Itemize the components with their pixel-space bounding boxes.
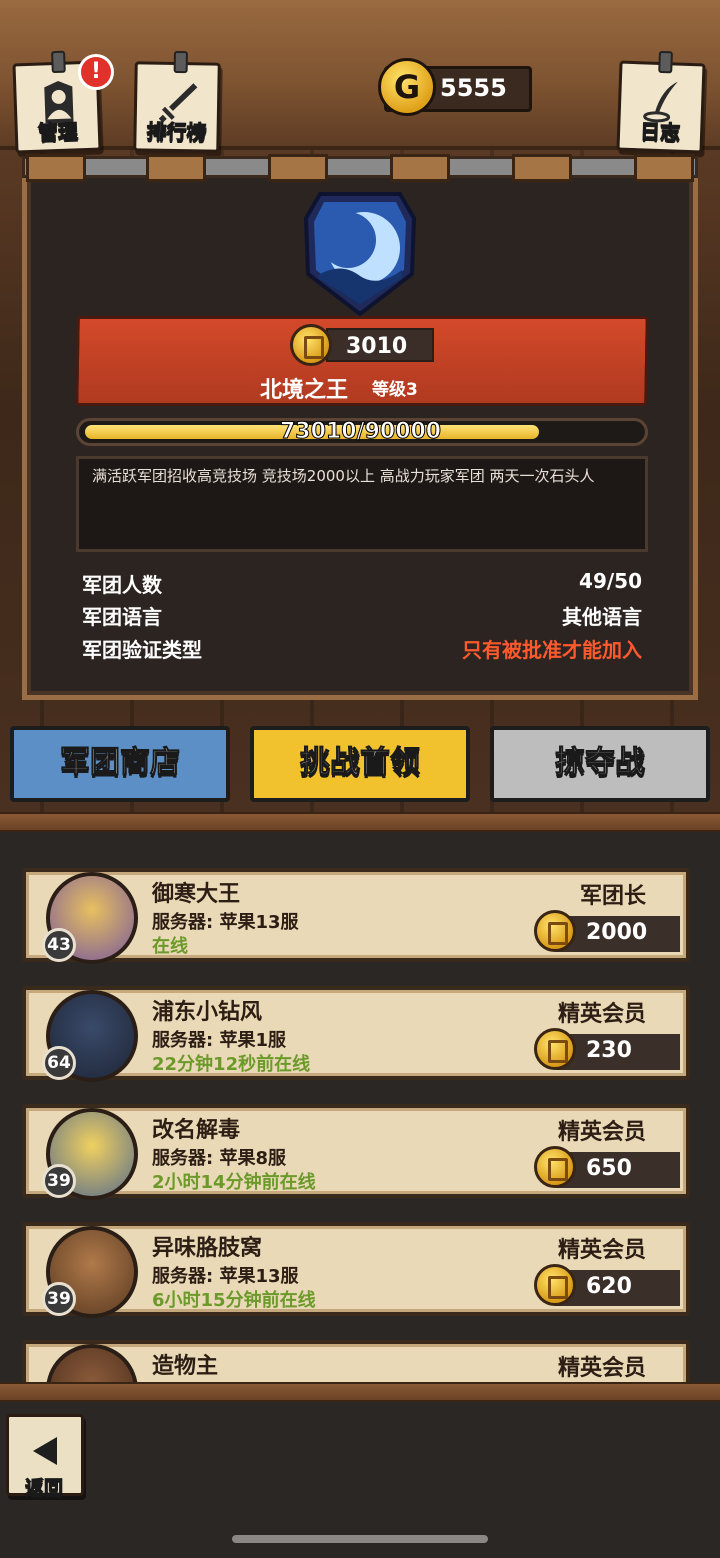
member-list-clip: 造物主 精英会员 [0, 1338, 720, 1382]
member-server: 服务器: 苹果8服 [152, 1148, 286, 1169]
gold-coin-icon: G [378, 58, 436, 116]
panel-top-bar [22, 156, 698, 178]
guild-level: 等级3 [372, 380, 418, 400]
ranking-button[interactable]: 排行榜 [133, 50, 221, 153]
pin-icon [173, 50, 188, 74]
member-level-badge: 43 [42, 928, 76, 962]
member-coin-icon [534, 910, 576, 952]
ranking-label: 排行榜 [146, 119, 207, 145]
info-label-members: 军团人数 [82, 573, 162, 597]
guild-points: 3010 [346, 334, 408, 359]
member-level-badge: 39 [42, 1282, 76, 1316]
member-card[interactable]: 64 浦东小钻风 服务器: 苹果1服 22分钟12秒前在线 精英会员 230 [22, 986, 690, 1082]
member-points: 230 [586, 1038, 632, 1063]
bar-block [146, 154, 206, 182]
back-button[interactable]: 返回 [6, 1414, 84, 1500]
info-value-verification: 只有被批准才能加入 [462, 638, 642, 662]
member-level-badge: 39 [42, 1164, 76, 1198]
challenge-boss-button[interactable]: 挑战首领 [250, 726, 470, 802]
guild-description: 满活跃军团招收高竞技场 竞技场2000以上 高战力玩家军团 两天一次石头人 [92, 467, 595, 485]
bar-block [390, 154, 450, 182]
member-name: 异味胳肢窝 [152, 1236, 263, 1261]
manage-label: 管理 [37, 119, 79, 145]
member-role: 精英会员 [557, 1120, 646, 1145]
alert-badge: ! [78, 54, 114, 90]
pin-icon [51, 50, 66, 74]
guild-emblem-icon [303, 192, 417, 317]
currency-value: 5555 [440, 74, 507, 102]
member-name: 浦东小钻风 [152, 1000, 263, 1025]
info-label-language: 军团语言 [82, 605, 162, 629]
member-coin-icon [534, 1146, 576, 1188]
member-role: 精英会员 [557, 1002, 646, 1027]
member-name: 御寒大王 [152, 882, 241, 907]
bar-block [634, 154, 694, 182]
member-status: 2小时14分钟前在线 [152, 1172, 316, 1193]
member-status: 22分钟12秒前在线 [152, 1054, 311, 1075]
member-level-badge: 64 [42, 1046, 76, 1080]
member-points: 2000 [586, 920, 648, 945]
member-card[interactable]: 39 异味胳肢窝 服务器: 苹果13服 6小时15分钟前在线 精英会员 620 [22, 1222, 690, 1318]
member-server: 服务器: 苹果1服 [152, 1030, 286, 1051]
member-status: 在线 [152, 936, 188, 957]
member-points: 620 [586, 1274, 632, 1299]
guild-shop-button[interactable]: 军团商店 [10, 726, 230, 802]
bar-block [268, 154, 328, 182]
info-value-language: 其他语言 [562, 605, 642, 629]
guild-progress-text: 73010/90000 [279, 419, 442, 445]
member-coin-icon [534, 1264, 576, 1306]
guild-coin-icon [290, 324, 332, 366]
divider-plank [0, 812, 720, 832]
info-value-members: 49/50 [579, 569, 642, 593]
member-card[interactable]: 39 改名解毒 服务器: 苹果8服 2小时14分钟前在线 精英会员 650 [22, 1104, 690, 1200]
member-avatar [46, 1344, 138, 1382]
member-name: 造物主 [152, 1354, 219, 1379]
log-button[interactable]: 日志 [616, 50, 706, 154]
bar-block [26, 154, 86, 182]
member-points: 650 [586, 1156, 632, 1181]
member-server: 服务器: 苹果13服 [152, 1266, 299, 1287]
home-indicator[interactable] [232, 1535, 488, 1543]
member-status: 6小时15分钟前在线 [152, 1290, 316, 1311]
pin-icon [658, 50, 673, 74]
member-role: 精英会员 [557, 1356, 646, 1381]
log-label: 日志 [639, 119, 681, 145]
back-label: 返回 [24, 1477, 64, 1500]
info-label-verification: 军团验证类型 [82, 638, 202, 662]
member-card[interactable]: 43 御寒大王 服务器: 苹果13服 在线 军团长 2000 [22, 868, 690, 964]
raid-button[interactable]: 掠夺战 [490, 726, 710, 802]
back-arrow-icon [33, 1437, 57, 1465]
member-name: 改名解毒 [152, 1118, 241, 1143]
bar-block [512, 154, 572, 182]
member-role: 军团长 [579, 884, 646, 909]
guild-name: 北境之王 [260, 378, 349, 403]
member-server: 服务器: 苹果13服 [152, 912, 299, 933]
member-coin-icon [534, 1028, 576, 1070]
divider-plank [0, 1382, 720, 1402]
member-role: 精英会员 [557, 1238, 646, 1263]
member-card[interactable]: 造物主 精英会员 [22, 1340, 690, 1382]
